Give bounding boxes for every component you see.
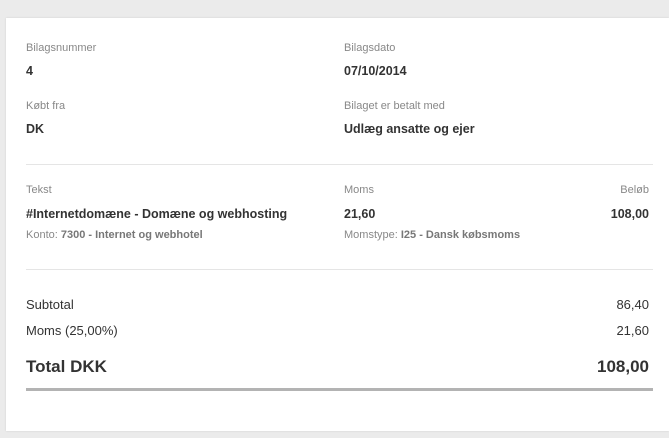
vat-type-label: Momstype: — [344, 229, 398, 241]
account-value: 7300 - Internet og webhotel — [60, 229, 203, 241]
bought-from: DK — [26, 122, 45, 136]
total-label: Total DKK — [26, 357, 107, 376]
voucher-date: 07/10/2014 — [344, 64, 407, 78]
line-item-account: Konto: 7300 - Internet og webhotel — [26, 229, 203, 241]
bought-from-label: Købt fra — [26, 100, 66, 112]
line-item-vat: 21,60 — [344, 207, 376, 221]
line-item-vat-type: Momstype: I25 - Dansk købsmoms — [344, 229, 520, 241]
column-header-amount: Beløb — [620, 184, 649, 196]
voucher-date-label: Bilagsdato — [344, 42, 396, 54]
column-header-vat: Moms — [344, 184, 374, 196]
paid-with: Udlæg ansatte og ejer — [344, 122, 475, 136]
subtotal-value: 86,40 — [616, 297, 649, 312]
subtotal-label: Subtotal — [26, 297, 74, 312]
voucher-number: 4 — [26, 64, 33, 78]
vat-value: 21,60 — [616, 323, 649, 338]
vat-label: Moms (25,00%) — [26, 323, 118, 338]
line-item-text: #Internetdomæne - Domæne og webhosting — [26, 207, 288, 221]
voucher-number-label: Bilagsnummer — [26, 42, 97, 54]
column-header-text: Tekst — [26, 184, 52, 196]
line-item-amount: 108,00 — [610, 207, 649, 221]
divider — [26, 269, 653, 270]
divider — [26, 164, 653, 165]
paid-with-label: Bilaget er betalt med — [344, 100, 445, 112]
total-underline — [26, 388, 653, 391]
vat-type-value: I25 - Dansk købsmoms — [400, 229, 521, 241]
voucher-card: Bilagsnummer 4 Bilagsdato 07/10/2014 Køb… — [6, 18, 669, 431]
total-value: 108,00 — [597, 357, 649, 376]
account-label: Konto: — [26, 229, 58, 241]
